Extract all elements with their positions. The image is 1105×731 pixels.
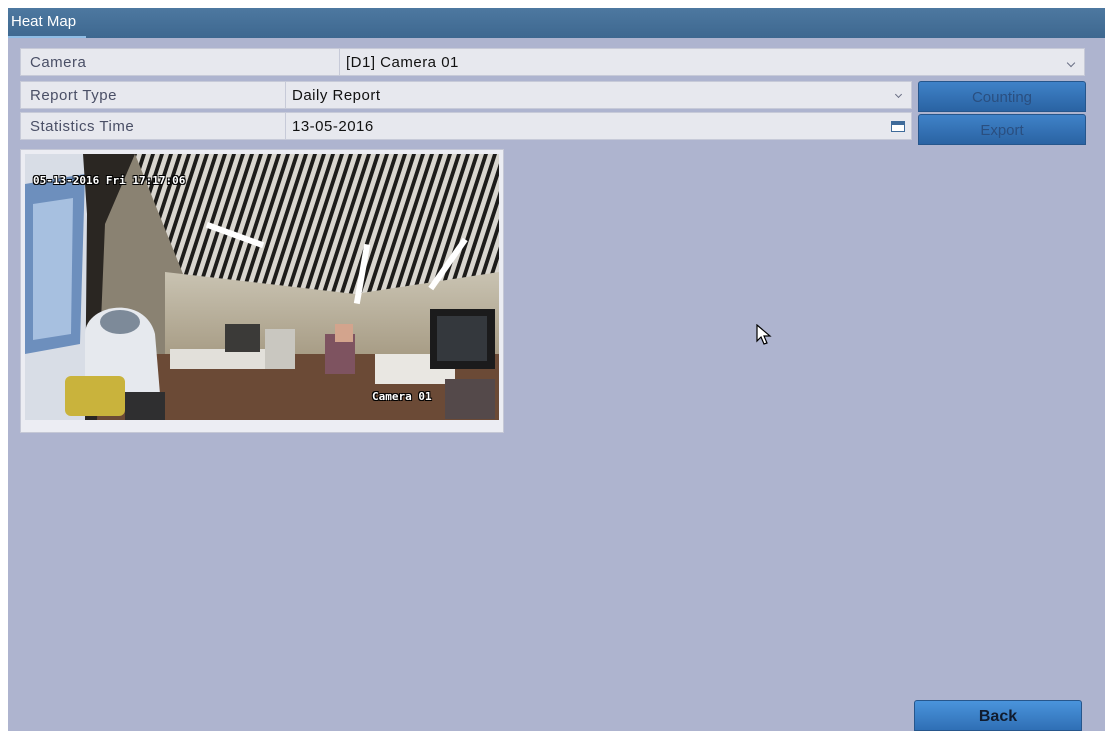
back-button[interactable]: Back: [914, 700, 1082, 731]
calendar-icon[interactable]: [891, 121, 905, 132]
timestamp-osd: 05-13-2016 Fri 17:17:06: [33, 174, 186, 187]
report-type-row: Report Type Daily Report: [20, 81, 912, 109]
camera-select[interactable]: [D1] Camera 01: [339, 48, 1085, 76]
statistics-time-label: Statistics Time: [20, 112, 286, 140]
report-type-label: Report Type: [20, 81, 286, 109]
statistics-time-row: Statistics Time 13-05-2016: [20, 112, 912, 140]
tab-heat-map[interactable]: Heat Map: [8, 8, 87, 38]
statistics-time-value: 13-05-2016: [292, 118, 374, 135]
mouse-pointer-icon: [756, 324, 772, 345]
heat-map-window: Heat Map Camera [D1] Camera 01 Report Ty…: [8, 8, 1105, 731]
export-button[interactable]: Export: [918, 114, 1086, 145]
camera-label: Camera: [20, 48, 340, 76]
camera-select-value: [D1] Camera 01: [346, 54, 459, 71]
camera-preview: 05-13-2016 Fri 17:17:06 Camera 01: [20, 149, 504, 433]
office-scene-image: [25, 154, 499, 420]
camera-snapshot: 05-13-2016 Fri 17:17:06 Camera 01: [25, 154, 499, 420]
camera-row: Camera [D1] Camera 01: [20, 48, 1085, 76]
statistics-time-field[interactable]: 13-05-2016: [285, 112, 912, 140]
report-type-select[interactable]: Daily Report: [285, 81, 912, 109]
title-bar: Heat Map: [8, 8, 1105, 38]
report-type-value: Daily Report: [292, 87, 381, 104]
camera-name-osd: Camera 01: [372, 390, 432, 403]
chevron-down-icon: [894, 90, 903, 99]
counting-button[interactable]: Counting: [918, 81, 1086, 112]
